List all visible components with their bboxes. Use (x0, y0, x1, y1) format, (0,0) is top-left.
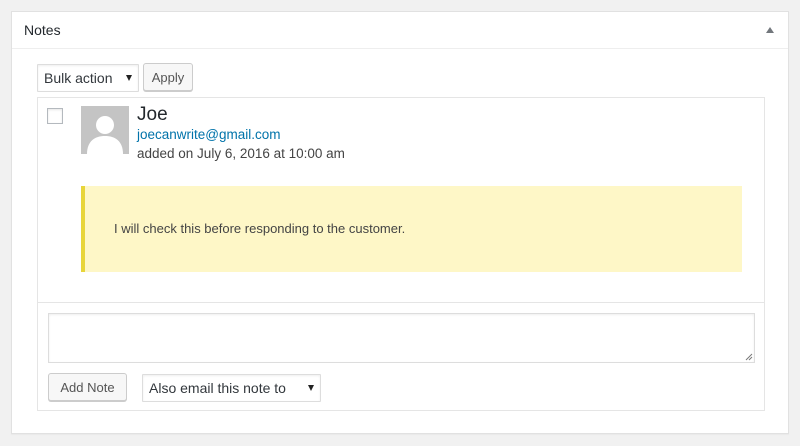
collapse-arrow-icon (766, 27, 774, 33)
bulk-action-select[interactable]: Bulk action (37, 64, 139, 92)
default-avatar-icon (81, 106, 129, 154)
dropdown-caret-icon (308, 385, 314, 391)
email-note-selected: Also email this note to (149, 380, 286, 396)
resize-grip-icon[interactable] (745, 353, 753, 361)
metabox-header: Notes (12, 12, 788, 49)
avatar (81, 106, 129, 154)
new-note-textarea[interactable] (48, 313, 755, 363)
notes-list: Joe joecanwrite@gmail.com added on July … (37, 97, 765, 411)
email-note-select[interactable]: Also email this note to (142, 374, 321, 402)
dropdown-caret-icon (126, 75, 132, 81)
bulk-action-selected: Bulk action (44, 70, 113, 86)
collapse-toggle-button[interactable] (752, 12, 788, 48)
note-content-box: I will check this before responding to t… (81, 186, 742, 272)
add-note-button[interactable]: Add Note (48, 373, 127, 401)
note-select-checkbox[interactable] (47, 108, 63, 124)
note-author-email-link[interactable]: joecanwrite@gmail.com (137, 127, 281, 142)
note-author-name: Joe (137, 104, 168, 125)
note-date: added on July 6, 2016 at 10:00 am (137, 146, 345, 161)
note-content: I will check this before responding to t… (114, 221, 406, 236)
notes-metabox: Notes Bulk action Apply Joe joecanwrite@… (11, 11, 789, 434)
apply-button[interactable]: Apply (143, 63, 193, 91)
metabox-title: Notes (24, 22, 61, 38)
divider (38, 302, 764, 303)
